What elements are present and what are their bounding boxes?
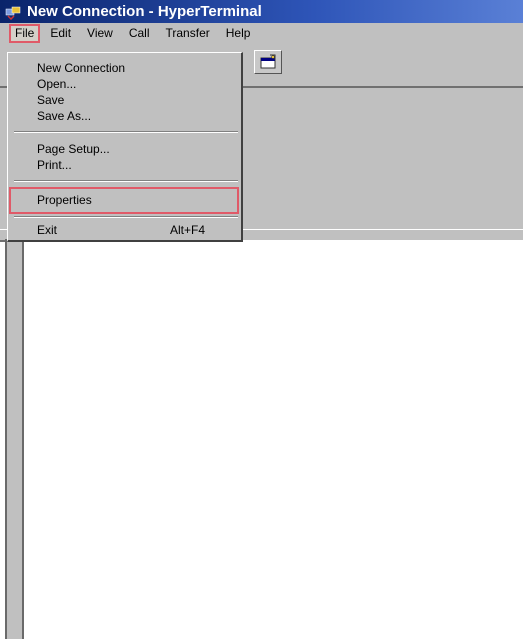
menu-item-print[interactable]: Print... — [37, 157, 72, 173]
title-bar: New Connection - HyperTerminal — [0, 0, 523, 23]
menu-view[interactable]: View — [82, 25, 118, 42]
menu-separator — [14, 216, 238, 218]
window-title: New Connection - HyperTerminal — [27, 3, 262, 20]
menu-separator — [14, 131, 238, 133]
menu-bar: File Edit View Call Transfer Help — [0, 23, 523, 44]
menu-item-exit[interactable]: Exit — [37, 222, 57, 238]
hyperterminal-window: New Connection - HyperTerminal File Edit… — [0, 0, 523, 639]
menu-call[interactable]: Call — [124, 25, 155, 42]
properties-icon — [260, 54, 276, 69]
file-menu-dropdown: New Connection Open... Save Save As... P… — [7, 52, 243, 242]
menu-item-properties[interactable]: Properties — [37, 192, 92, 208]
menu-item-open[interactable]: Open... — [37, 76, 76, 92]
menu-separator — [14, 180, 238, 182]
menu-item-save[interactable]: Save — [37, 92, 64, 108]
menu-item-page-setup[interactable]: Page Setup... — [37, 141, 110, 157]
menu-item-save-as[interactable]: Save As... — [37, 108, 91, 124]
terminal-area[interactable] — [24, 240, 523, 639]
properties-toolbar-button[interactable] — [254, 50, 282, 74]
left-frame — [5, 239, 24, 639]
hyperterminal-app-icon — [5, 4, 21, 20]
menu-item-new-connection[interactable]: New Connection — [37, 60, 125, 76]
exit-shortcut: Alt+F4 — [170, 223, 206, 237]
menu-transfer[interactable]: Transfer — [161, 25, 215, 42]
menu-file[interactable]: File — [8, 24, 41, 43]
menu-edit[interactable]: Edit — [45, 25, 76, 42]
menu-help[interactable]: Help — [221, 25, 256, 42]
